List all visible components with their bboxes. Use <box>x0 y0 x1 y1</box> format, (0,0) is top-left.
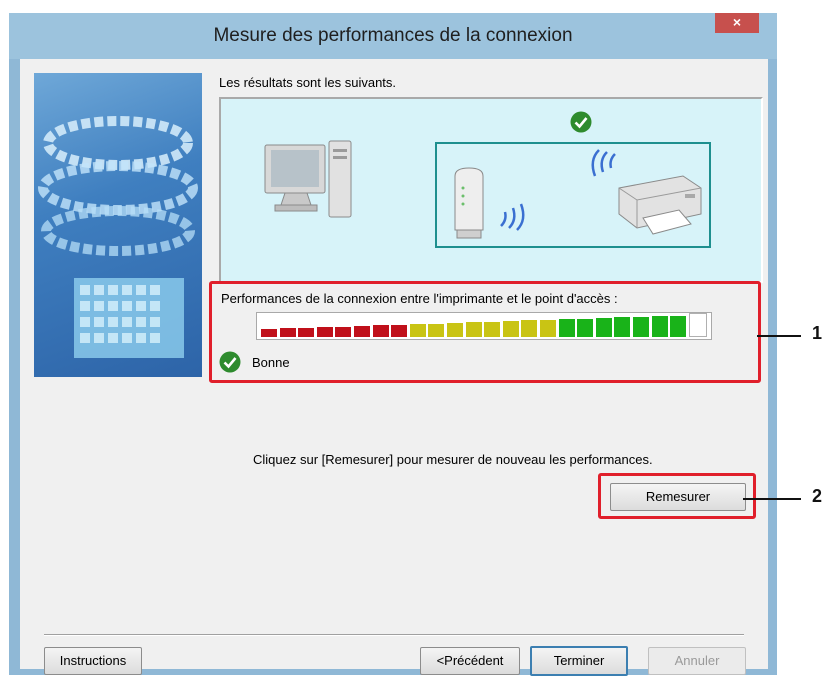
footer-divider <box>44 634 744 636</box>
callout-line-1 <box>757 335 801 337</box>
window-title: Mesure des performances de la connexion <box>213 25 573 46</box>
dialog-window: Mesure des performances de la connexion … <box>9 13 777 676</box>
close-button[interactable]: × <box>715 13 759 33</box>
printer-access-point-group <box>435 142 711 248</box>
highlight-box-1 <box>209 281 761 383</box>
finish-button[interactable]: Terminer <box>530 646 628 676</box>
remeasure-hint-text: Cliquez sur [Remesurer] pour mesurer de … <box>253 452 653 467</box>
wifi-wave-icon <box>500 203 525 231</box>
callout-number-2: 2 <box>812 486 823 506</box>
check-icon <box>570 111 592 133</box>
highlight-box-2 <box>598 473 756 519</box>
printer-icon <box>618 175 702 235</box>
title-bar[interactable]: Mesure des performances de la connexion … <box>9 13 777 59</box>
results-intro-text: Les résultats sont les suivants. <box>219 75 397 90</box>
previous-button[interactable]: <Précédent <box>420 647 520 675</box>
connection-diagram <box>219 97 763 283</box>
cancel-button: Annuler <box>648 647 746 675</box>
dialog-body: Les résultats sont les suivants. Perform… <box>20 59 768 676</box>
callout-line-2 <box>743 498 801 500</box>
access-point-icon <box>454 167 484 239</box>
instructions-button[interactable]: Instructions <box>44 647 142 675</box>
callout-number-1: 1 <box>812 323 823 343</box>
computer-icon <box>264 140 352 218</box>
decorative-banner-image <box>34 73 202 377</box>
